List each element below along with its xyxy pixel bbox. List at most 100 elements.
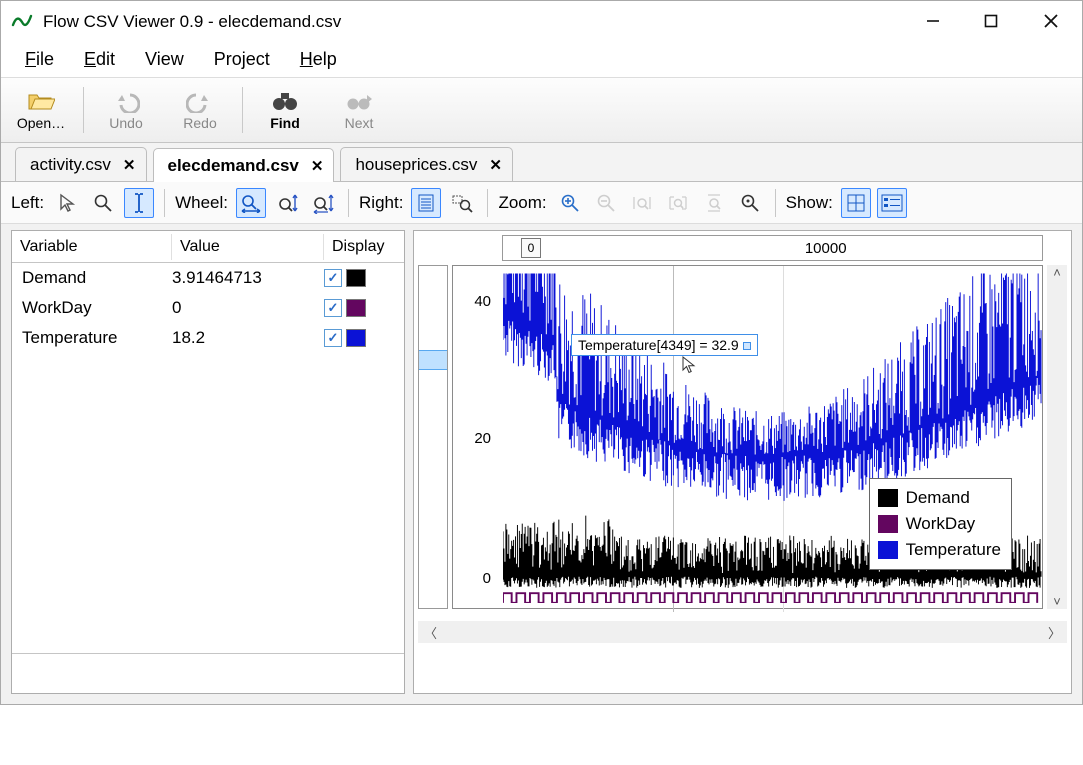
y-tick-label: 20 — [461, 430, 491, 447]
close-icon[interactable]: ✕ — [489, 156, 502, 174]
show-grid-button[interactable] — [841, 188, 871, 218]
open-label: Open… — [17, 115, 65, 131]
col-value[interactable]: Value — [172, 234, 324, 260]
x-ruler[interactable]: 0 10000 — [502, 235, 1043, 261]
zoom-label: Zoom: — [498, 193, 546, 213]
toolbar-separator — [83, 87, 84, 133]
plot-area[interactable]: 40 20 0 Temperature[4349] = 32.9 — [452, 265, 1043, 609]
zoom-reset-button[interactable] — [735, 188, 765, 218]
variable-row[interactable]: WorkDay 0 — [12, 293, 404, 323]
menu-view[interactable]: View — [145, 49, 184, 70]
variables-header: Variable Value Display — [12, 231, 404, 263]
cursor-icon — [681, 356, 699, 374]
undo-label: Undo — [109, 115, 142, 131]
horizontal-scrollbar[interactable]: 〈 〉 — [418, 621, 1067, 643]
left-label: Left: — [11, 193, 44, 213]
legend-swatch — [878, 515, 898, 533]
maximize-button[interactable] — [962, 1, 1020, 41]
right-zoom-button[interactable] — [447, 188, 477, 218]
scroll-left-icon[interactable]: 〈 — [424, 623, 437, 642]
tab-label: houseprices.csv — [355, 155, 477, 175]
titlebar: Flow CSV Viewer 0.9 - elecdemand.csv — [1, 1, 1082, 41]
variable-name: WorkDay — [12, 298, 172, 318]
display-checkbox[interactable] — [324, 269, 342, 287]
zoom-fit-x-button[interactable] — [627, 188, 657, 218]
close-icon[interactable]: ✕ — [311, 157, 324, 175]
tab-label: elecdemand.csv — [168, 156, 299, 176]
close-button[interactable] — [1020, 1, 1082, 41]
variables-footer — [12, 653, 404, 693]
color-swatch[interactable] — [346, 299, 366, 317]
tab-label: activity.csv — [30, 155, 111, 175]
ruler-start-knob[interactable]: 0 — [521, 238, 541, 258]
wheel-zoom-y-button[interactable] — [272, 188, 302, 218]
undo-button[interactable]: Undo — [92, 81, 160, 139]
legend-label: Temperature — [906, 540, 1001, 560]
variable-name: Demand — [12, 268, 172, 288]
y-ruler-cursor[interactable] — [419, 350, 447, 370]
variable-value: 0 — [172, 298, 324, 318]
zoom-out-button[interactable] — [591, 188, 621, 218]
folder-open-icon — [27, 89, 55, 115]
redo-button[interactable]: Redo — [166, 81, 234, 139]
tab-activity[interactable]: activity.csv ✕ — [15, 147, 147, 181]
scroll-right-icon[interactable]: 〉 — [1048, 623, 1061, 642]
legend-item[interactable]: WorkDay — [878, 511, 1001, 537]
tab-houseprices[interactable]: houseprices.csv ✕ — [340, 147, 512, 181]
variable-row[interactable]: Temperature 18.2 — [12, 323, 404, 353]
col-variable[interactable]: Variable — [12, 234, 172, 260]
find-button[interactable]: Find — [251, 81, 319, 139]
variable-value: 3.91464713 — [172, 268, 324, 288]
zoom-fit-y-button[interactable] — [699, 188, 729, 218]
menu-project[interactable]: Project — [214, 49, 270, 70]
chart-panel: 0 10000 40 20 0 — [413, 230, 1072, 694]
next-label: Next — [345, 115, 374, 131]
zoom-fit-sel-button[interactable] — [663, 188, 693, 218]
find-label: Find — [270, 115, 300, 131]
wheel-label: Wheel: — [175, 193, 228, 213]
col-display[interactable]: Display — [324, 234, 404, 260]
left-zoom-button[interactable] — [88, 188, 118, 218]
display-checkbox[interactable] — [324, 329, 342, 347]
show-legend-button[interactable] — [877, 188, 907, 218]
variable-row[interactable]: Demand 3.91464713 — [12, 263, 404, 293]
legend-swatch — [878, 541, 898, 559]
scroll-down-icon[interactable]: ˅ — [1053, 594, 1061, 609]
left-pointer-button[interactable] — [52, 188, 82, 218]
y-ruler[interactable] — [418, 265, 448, 609]
tooltip-text: Temperature[4349] = 32.9 — [578, 337, 739, 353]
display-checkbox[interactable] — [324, 299, 342, 317]
color-swatch[interactable] — [346, 269, 366, 287]
toolbar-separator — [242, 87, 243, 133]
menubar: File Edit View Project Help — [1, 41, 1082, 77]
y-tick-label: 40 — [461, 293, 491, 310]
color-swatch[interactable] — [346, 329, 366, 347]
open-button[interactable]: Open… — [7, 81, 75, 139]
wheel-zoom-xy-button[interactable] — [308, 188, 338, 218]
next-button[interactable]: Next — [325, 81, 393, 139]
wheel-zoom-x-button[interactable] — [236, 188, 266, 218]
legend-item[interactable]: Temperature — [878, 537, 1001, 563]
window-title: Flow CSV Viewer 0.9 - elecdemand.csv — [43, 10, 341, 32]
mouse-mode-toolbar: Left: Wheel: Right: Zoom: Show: — [1, 182, 1082, 224]
menu-help[interactable]: Help — [300, 49, 337, 70]
chart-legend[interactable]: Demand WorkDay Temperature — [869, 478, 1012, 570]
x-tick-label: 10000 — [805, 240, 847, 257]
close-icon[interactable]: ✕ — [123, 156, 136, 174]
main-toolbar: Open… Undo Redo Find Next — [1, 77, 1082, 143]
zoom-in-button[interactable] — [555, 188, 585, 218]
legend-item[interactable]: Demand — [878, 485, 1001, 511]
right-menu-button[interactable] — [411, 188, 441, 218]
tab-elecdemand[interactable]: elecdemand.csv ✕ — [153, 148, 335, 182]
vertical-scrollbar[interactable]: ˄ ˅ — [1047, 265, 1067, 609]
scroll-up-icon[interactable]: ˄ — [1053, 265, 1061, 280]
menu-file[interactable]: File — [25, 49, 54, 70]
tooltip-handle-icon — [743, 342, 751, 350]
redo-label: Redo — [183, 115, 216, 131]
value-tooltip: Temperature[4349] = 32.9 — [571, 334, 758, 356]
minimize-button[interactable] — [904, 1, 962, 41]
left-text-cursor-button[interactable] — [124, 188, 154, 218]
document-tabs: activity.csv ✕ elecdemand.csv ✕ housepri… — [1, 143, 1082, 182]
menu-edit[interactable]: Edit — [84, 49, 115, 70]
right-label: Right: — [359, 193, 403, 213]
